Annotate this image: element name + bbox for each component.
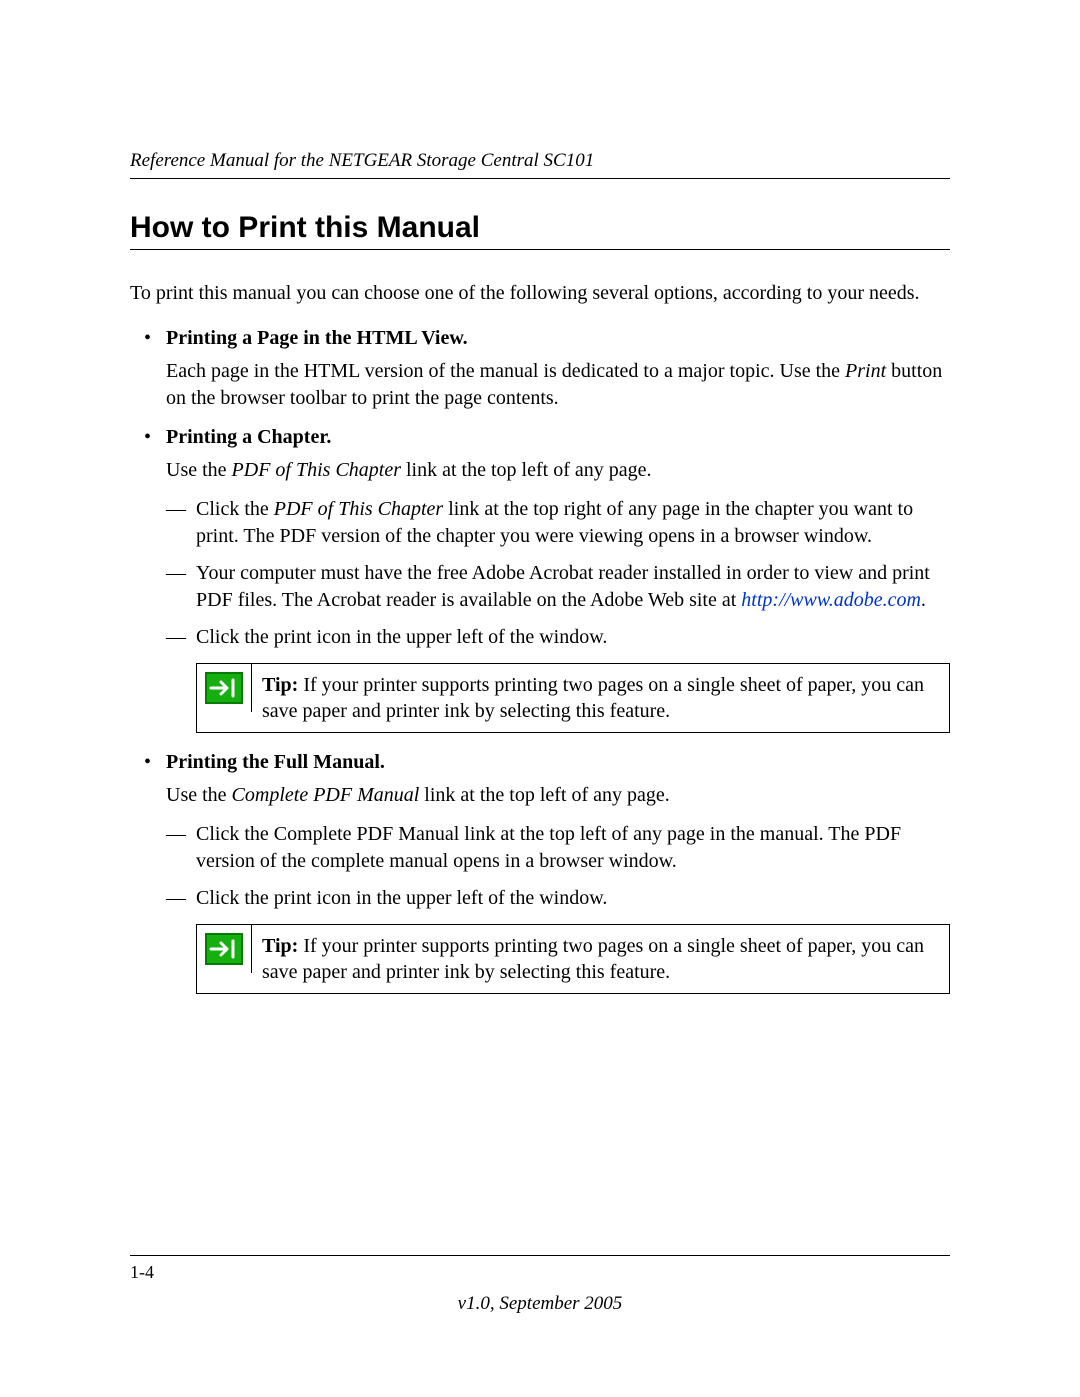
version-line: v1.0, September 2005: [130, 1293, 950, 1315]
list-item: Click the PDF of This Chapter link at th…: [166, 496, 950, 550]
adobe-link[interactable]: http://www.adobe.com: [741, 589, 921, 611]
page-number: 1-4: [130, 1262, 950, 1283]
options-list: Printing a Page in the HTML View. Each p…: [130, 325, 950, 994]
list-item: Click the Complete PDF Manual link at th…: [166, 821, 950, 875]
tip-icon-cell: [197, 925, 252, 973]
tip-box: Tip: If your printer supports printing t…: [196, 663, 950, 733]
option-body: Use the Complete PDF Manual link at the …: [166, 782, 950, 809]
list-item: Your computer must have the free Adobe A…: [166, 560, 950, 614]
intro-paragraph: To print this manual you can choose one …: [130, 280, 950, 307]
option-heading: Printing the Full Manual.: [166, 751, 385, 773]
running-header: Reference Manual for the NETGEAR Storage…: [130, 150, 950, 179]
section-title: How to Print this Manual: [130, 211, 950, 250]
option-heading: Printing a Page in the HTML View.: [166, 327, 468, 349]
option-heading: Printing a Chapter.: [166, 426, 331, 448]
tip-text: Tip: If your printer supports printing t…: [252, 925, 949, 993]
arrow-right-icon: [205, 933, 243, 965]
document-page: Reference Manual for the NETGEAR Storage…: [0, 0, 1080, 994]
list-item: Click the print icon in the upper left o…: [166, 885, 950, 912]
arrow-right-icon: [205, 672, 243, 704]
option-body: Each page in the HTML version of the man…: [166, 358, 950, 412]
chapter-steps: Click the PDF of This Chapter link at th…: [166, 496, 950, 651]
option-chapter: Printing a Chapter. Use the PDF of This …: [130, 424, 950, 733]
full-manual-steps: Click the Complete PDF Manual link at th…: [166, 821, 950, 912]
list-item: Click the print icon in the upper left o…: [166, 624, 950, 651]
page-footer: 1-4 v1.0, September 2005: [130, 1255, 950, 1315]
option-body: Use the PDF of This Chapter link at the …: [166, 457, 950, 484]
tip-box: Tip: If your printer supports printing t…: [196, 924, 950, 994]
option-full-manual: Printing the Full Manual. Use the Comple…: [130, 749, 950, 994]
tip-icon-cell: [197, 664, 252, 712]
option-html-view: Printing a Page in the HTML View. Each p…: [130, 325, 950, 412]
tip-text: Tip: If your printer supports printing t…: [252, 664, 949, 732]
